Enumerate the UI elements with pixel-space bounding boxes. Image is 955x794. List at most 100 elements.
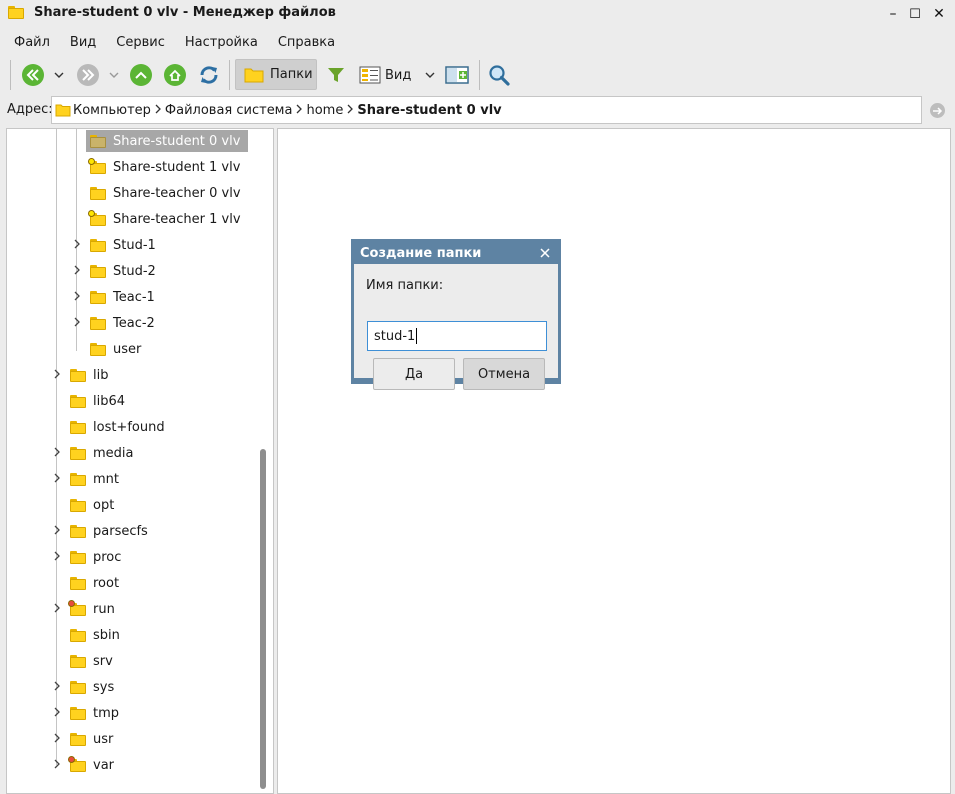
tree-item[interactable]: sbin [66,624,120,646]
folder-icon [70,706,86,720]
toolbar-grip [10,60,11,90]
folder-icon [90,186,106,200]
tree-expand-arrow[interactable] [72,239,82,252]
up-arrow-icon [130,64,152,86]
tree-item-label: user [113,341,142,357]
tree-item[interactable]: Share-student 0 vlv [86,130,249,152]
tree-expand-arrow[interactable] [52,473,62,486]
folder-icon [88,157,106,174]
up-button[interactable] [129,60,153,90]
tree-expand-arrow[interactable] [52,733,62,746]
tree-item[interactable]: root [66,572,119,594]
view-mode-icon [359,66,381,84]
folder-tree[interactable]: Share-student 0 vlv Share-student 1 vlv Sh… [6,128,274,794]
tree-item[interactable]: media [66,442,134,464]
tree-expand-arrow[interactable] [72,265,82,278]
address-bar[interactable]: Компьютер Файловая система home Share-st… [51,96,922,124]
filter-button[interactable] [324,60,348,90]
tree-item[interactable]: user [86,338,141,360]
tree-item[interactable]: parsecfs [66,520,148,542]
close-button[interactable]: ✕ [929,4,949,24]
tree-expand-arrow[interactable] [52,551,62,564]
menu-settings[interactable]: Настройка [175,35,268,50]
tree-item-label: sys [93,679,115,695]
tree-item[interactable]: Teac-1 [86,286,155,308]
tree-item[interactable]: proc [66,546,121,568]
view-dropdown[interactable] [423,60,437,90]
tree-expand-arrow[interactable] [52,603,62,616]
tree-item-label: var [93,757,115,773]
tree-item[interactable]: Stud-1 [86,234,156,256]
tree-item[interactable]: run [66,598,115,620]
crumb-current[interactable]: Share-student 0 vlv [357,103,501,118]
tree-item-label: lib64 [93,393,126,409]
minimize-button[interactable]: – [883,4,903,24]
tree-item[interactable]: sys [66,676,114,698]
tree-item[interactable]: lost+found [66,416,165,438]
tree-item[interactable]: tmp [66,702,119,724]
tree-expand-arrow[interactable] [72,291,82,304]
tree-item[interactable]: Share-teacher 1 vlv [86,208,241,230]
tree-item[interactable]: Stud-2 [86,260,156,282]
view-label: Вид [385,67,412,83]
folder-name-label: Имя папки: [366,278,444,293]
folder-icon [90,290,106,304]
tree-expand-arrow[interactable] [72,317,82,330]
chevron-right-icon [155,103,161,117]
tree-item-label: proc [93,549,122,565]
tree-item-label: Teac-1 [113,289,155,305]
yellow-badge-icon [88,157,95,165]
address-go-button[interactable] [930,103,945,118]
yellow-badge-icon [88,209,95,217]
tree-item-label: srv [93,653,113,669]
folders-label: Папки [270,67,313,82]
tree-expand-arrow[interactable] [52,525,62,538]
new-window-button[interactable] [444,60,470,90]
tree-item-label: Share-student 1 vlv [113,159,241,175]
ok-button[interactable]: Да [373,358,455,390]
tree-expand-arrow[interactable] [52,707,62,720]
tree-item[interactable]: usr [66,728,113,750]
tree-expand-arrow[interactable] [52,369,62,382]
tree-item-label: mnt [93,471,119,487]
tree-expand-arrow[interactable] [52,447,62,460]
dialog-close-button[interactable] [540,244,550,262]
forward-button[interactable] [76,60,100,90]
folder-name-input[interactable]: stud-1 [367,321,547,351]
menu-help[interactable]: Справка [268,35,345,50]
tree-scrollbar[interactable] [260,449,266,789]
cancel-button[interactable]: Отмена [463,358,545,390]
view-button[interactable]: Вид [359,60,415,90]
tree-item[interactable]: mnt [66,468,119,490]
tree-expand-arrow[interactable] [52,759,62,772]
home-button[interactable] [163,60,187,90]
back-history-dropdown[interactable] [52,60,66,90]
back-button[interactable] [21,60,45,90]
menu-file[interactable]: Файл [0,35,60,50]
forward-history-dropdown[interactable] [107,60,121,90]
maximize-button[interactable]: ☐ [905,4,925,24]
crumb-computer[interactable]: Компьютер [55,103,165,118]
tree-item[interactable]: Share-student 1 vlv [86,156,240,178]
menu-service[interactable]: Сервис [106,35,175,50]
tree-item[interactable]: var [66,754,114,776]
tree-item[interactable]: Share-teacher 0 vlv [86,182,241,204]
tree-item[interactable]: lib [66,364,108,386]
go-arrow-icon [933,106,943,115]
search-button[interactable] [486,60,512,90]
tree-item[interactable]: lib64 [66,390,125,412]
crumb-home[interactable]: home [306,103,357,118]
folder-icon [55,103,71,117]
tree-item[interactable]: srv [66,650,113,672]
tree-item[interactable]: opt [66,494,114,516]
folder-icon [70,654,86,668]
file-list-pane[interactable] [277,128,951,794]
crumb-filesystem[interactable]: Файловая система [165,103,307,118]
menu-view[interactable]: Вид [60,35,106,50]
folders-toggle-button[interactable]: Папки [235,59,317,90]
folder-icon [90,316,106,330]
tree-item[interactable]: Teac-2 [86,312,155,334]
folder-icon [70,446,86,460]
tree-expand-arrow[interactable] [52,681,62,694]
reload-button[interactable] [196,60,222,90]
